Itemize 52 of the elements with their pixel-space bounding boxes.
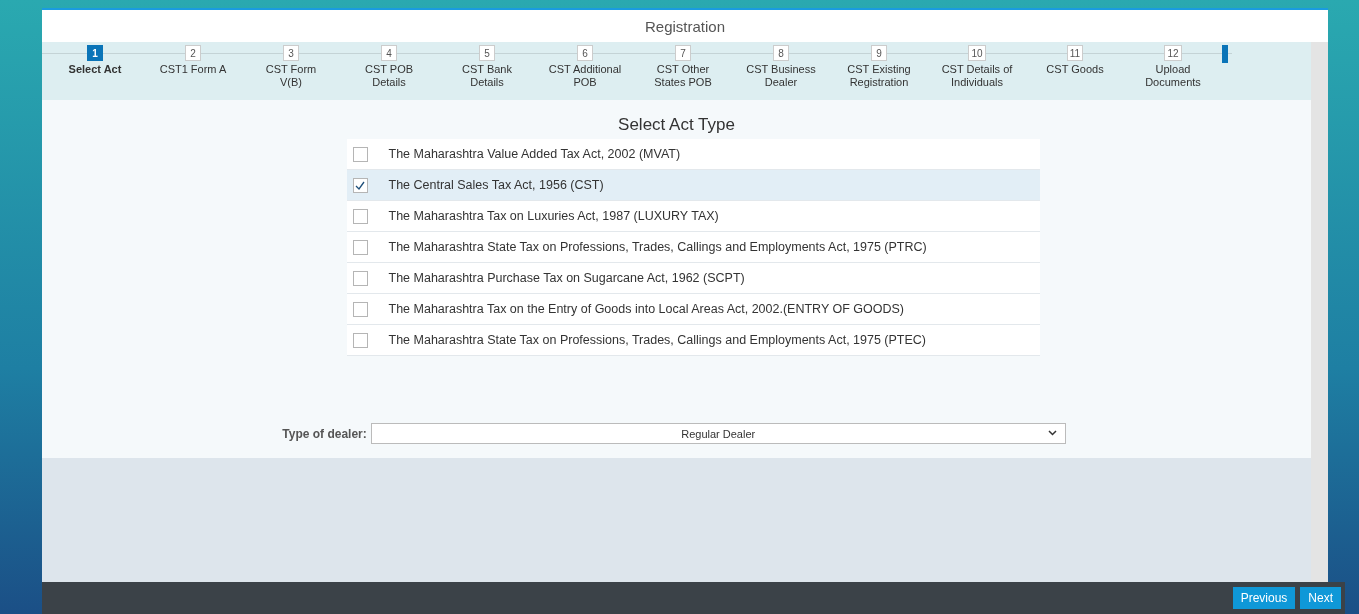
step-label[interactable]: CST POB Details [352, 63, 426, 89]
act-option-row[interactable]: The Maharashtra Purchase Tax on Sugarcane Act, 1962 (SCPT) [346, 263, 1040, 294]
section-title: Select Act Type [618, 115, 735, 135]
progress-end-marker [1222, 45, 1228, 63]
window-title: Registration [644, 17, 725, 35]
step-label[interactable]: Select Act [58, 63, 132, 76]
step-number[interactable]: 7 [675, 45, 691, 61]
act-label: The Central Sales Tax Act, 1956 (CST) [388, 178, 604, 192]
checkbox[interactable] [352, 301, 368, 317]
step-number[interactable]: 8 [773, 45, 789, 61]
checkbox[interactable] [352, 270, 368, 286]
step-label[interactable]: Upload Documents [1136, 63, 1210, 89]
act-option-row[interactable]: The Maharashtra State Tax on Professions, Trades, Callings and Employments Act, 1975 (PTRC) [346, 232, 1040, 263]
scrollbar[interactable] [1311, 42, 1328, 582]
step-label[interactable]: CST Other States POB [646, 63, 720, 89]
step-number[interactable]: 1 [87, 45, 103, 61]
step-label[interactable]: CST Form V(B) [254, 63, 328, 89]
checkbox[interactable] [352, 208, 368, 224]
act-label: The Maharashtra State Tax on Professions, Trades, Callings and Employments Act, 1975 (PTRC) [388, 240, 927, 254]
act-label: The Maharashtra Purchase Tax on Sugarcane Act, 1962 (SCPT) [388, 271, 745, 285]
act-option-row[interactable]: The Maharashtra Tax on the Entry of Goods into Local Areas Act, 2002.(ENTRY OF GOODS) [346, 294, 1040, 325]
act-option-row[interactable]: The Maharashtra Value Added Tax Act, 2002 (MVAT) [346, 139, 1040, 170]
checkbox[interactable] [352, 332, 368, 348]
checkbox[interactable] [352, 177, 368, 193]
step-label[interactable]: CST Goods [1038, 63, 1112, 76]
dealer-type-label: Type of dealer: [282, 426, 367, 441]
checkbox[interactable] [352, 146, 368, 162]
act-label: The Maharashtra State Tax on Professions, Trades, Callings and Employments Act, 1975 (PTEC) [388, 333, 927, 347]
act-label: The Maharashtra Value Added Tax Act, 2002 (MVAT) [388, 147, 681, 161]
act-label: The Maharashtra Tax on the Entry of Goods into Local Areas Act, 2002.(ENTRY OF GOODS) [388, 302, 905, 316]
checkbox[interactable] [352, 239, 368, 255]
step-number[interactable]: 10 [968, 45, 986, 61]
step-label[interactable]: CST1 Form A [156, 63, 230, 76]
act-option-row[interactable]: The Maharashtra Tax on Luxuries Act, 1987 (LUXURY TAX) [346, 201, 1040, 232]
step-label[interactable]: CST Business Dealer [744, 63, 818, 89]
act-option-row[interactable]: The Maharashtra State Tax on Professions, Trades, Callings and Employments Act, 1975 (PTEC) [346, 325, 1040, 356]
step-number[interactable]: 4 [381, 45, 397, 61]
step-label[interactable]: CST Additional POB [548, 63, 622, 89]
step-number[interactable]: 11 [1066, 45, 1084, 61]
step-number[interactable]: 5 [479, 45, 495, 61]
step-number[interactable]: 2 [185, 45, 201, 61]
step-label[interactable]: CST Bank Details [450, 63, 524, 89]
caret-icon [1047, 430, 1057, 436]
dealer-type-select[interactable]: Regular Dealer [370, 423, 1066, 444]
step-number[interactable]: 3 [283, 45, 299, 61]
act-label: The Maharashtra Tax on Luxuries Act, 1987 (LUXURY TAX) [388, 209, 719, 223]
step-label[interactable]: CST Details of Individuals [940, 63, 1014, 89]
act-option-row[interactable]: The Central Sales Tax Act, 1956 (CST) [346, 170, 1040, 201]
step-number[interactable]: 12 [1164, 45, 1182, 61]
step-number[interactable]: 6 [577, 45, 593, 61]
step-label[interactable]: CST Existing Registration [842, 63, 916, 89]
step-number[interactable]: 9 [871, 45, 887, 61]
